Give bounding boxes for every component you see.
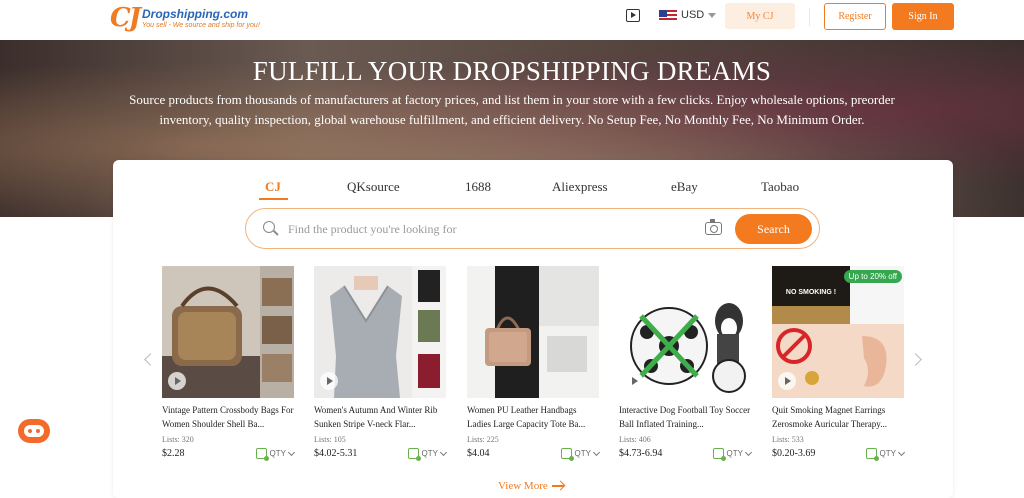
us-flag-icon [659,10,677,22]
qty-label: QTY [726,449,743,458]
product-title[interactable]: Women's Autumn And Winter Rib Sunken Str… [314,403,446,431]
product-card[interactable]: Vintage Pattern Crossbody Bags For Women… [162,266,296,461]
logo-tagline: You sell - We source and ship for you! [142,21,260,29]
chevron-down-icon [592,448,601,456]
play-icon[interactable] [320,372,338,390]
qty-selector[interactable]: QTY [712,448,753,461]
inventory-icon [560,448,574,461]
hero-subtitle: Source products from thousands of manufa… [129,92,895,127]
currency-label: USD [681,9,705,21]
product-price: $4.73-6.94 [619,448,663,459]
currency-selector[interactable]: USD [681,9,717,21]
qty-selector[interactable]: QTY [560,448,601,461]
logo-mark: CJ [110,3,141,33]
chevron-down-icon [897,448,906,456]
search-input[interactable] [288,220,688,238]
view-more-link[interactable]: View More [498,480,564,492]
product-lists: Lists: 105 [314,435,346,444]
play-icon[interactable] [168,372,186,390]
play-icon[interactable] [778,372,796,390]
product-card[interactable]: Interactive Dog Football Toy Soccer Ball… [619,266,753,461]
qty-label: QTY [879,449,896,458]
product-card[interactable]: Women's Autumn And Winter Rib Sunken Str… [314,266,448,461]
product-lists: Lists: 320 [162,435,194,444]
product-price: $0.20-3.69 [772,448,816,459]
active-tab-indicator [259,198,288,200]
product-card[interactable]: Women PU Leather Handbags Ladies Large C… [467,266,601,461]
arrow-right-icon [551,485,564,487]
product-price: $2.28 [162,448,185,459]
divider [809,8,810,26]
product-image[interactable] [314,266,446,398]
search-icon [263,221,275,233]
tab-qksource[interactable]: QKsource [347,179,400,195]
inventory-icon [407,448,421,461]
inventory-icon [865,448,879,461]
video-icon[interactable] [626,9,640,22]
qty-selector[interactable]: QTY [407,448,448,461]
product-lists: Lists: 406 [619,435,651,444]
register-button[interactable]: Register [824,3,886,30]
inventory-icon [255,448,269,461]
tab-taobao[interactable]: Taobao [761,179,799,195]
product-image[interactable] [619,266,751,398]
chevron-down-icon [439,448,448,456]
product-image[interactable]: NO SMOKING ! Up to 20% off [772,266,904,398]
tab-cj[interactable]: CJ [265,179,281,195]
product-title[interactable]: Women PU Leather Handbags Ladies Large C… [467,403,599,431]
product-title[interactable]: Interactive Dog Football Toy Soccer Ball… [619,403,751,431]
camera-icon[interactable] [705,219,722,235]
chevron-down-icon [708,12,717,18]
hero-title: FULFILL YOUR DROPSHIPPING DREAMS [252,56,772,86]
search-button[interactable]: Search [735,214,812,244]
logo[interactable]: CJ Dropshipping.com You sell - We source… [110,3,260,33]
chevron-down-icon [287,448,296,456]
product-price: $4.02-5.31 [314,448,358,459]
top-header: CJ Dropshipping.com You sell - We source… [0,0,1024,40]
discount-badge: Up to 20% off [843,270,902,283]
qty-label: QTY [574,449,591,458]
chat-assistant-robot-icon[interactable] [14,415,54,447]
tab-1688[interactable]: 1688 [465,179,491,195]
product-lists: Lists: 225 [467,435,499,444]
tab-ebay[interactable]: eBay [671,179,698,195]
inventory-icon [712,448,726,461]
qty-selector[interactable]: QTY [255,448,296,461]
qty-label: QTY [421,449,438,458]
product-card[interactable]: NO SMOKING ! Up to 20% off Quit Smoking … [772,266,906,461]
product-title[interactable]: Quit Smoking Magnet Earrings Zerosmoke A… [772,403,904,431]
tab-aliexpress[interactable]: Aliexpress [552,179,608,195]
logo-name: Dropshipping.com [142,6,248,21]
my-cj-button[interactable]: My CJ [725,3,795,29]
qty-label: QTY [269,449,286,458]
play-icon[interactable] [625,372,643,390]
product-image[interactable] [467,266,599,398]
product-title[interactable]: Vintage Pattern Crossbody Bags For Women… [162,403,294,431]
view-more-label: View More [498,480,548,492]
handbag-image [467,266,599,398]
no-smoking-caption: NO SMOKING ! [785,289,837,296]
product-price: $4.04 [467,448,490,459]
product-lists: Lists: 533 [772,435,804,444]
sign-in-button[interactable]: Sign In [892,3,954,30]
chevron-down-icon [744,448,753,456]
qty-selector[interactable]: QTY [865,448,906,461]
product-image[interactable] [162,266,294,398]
